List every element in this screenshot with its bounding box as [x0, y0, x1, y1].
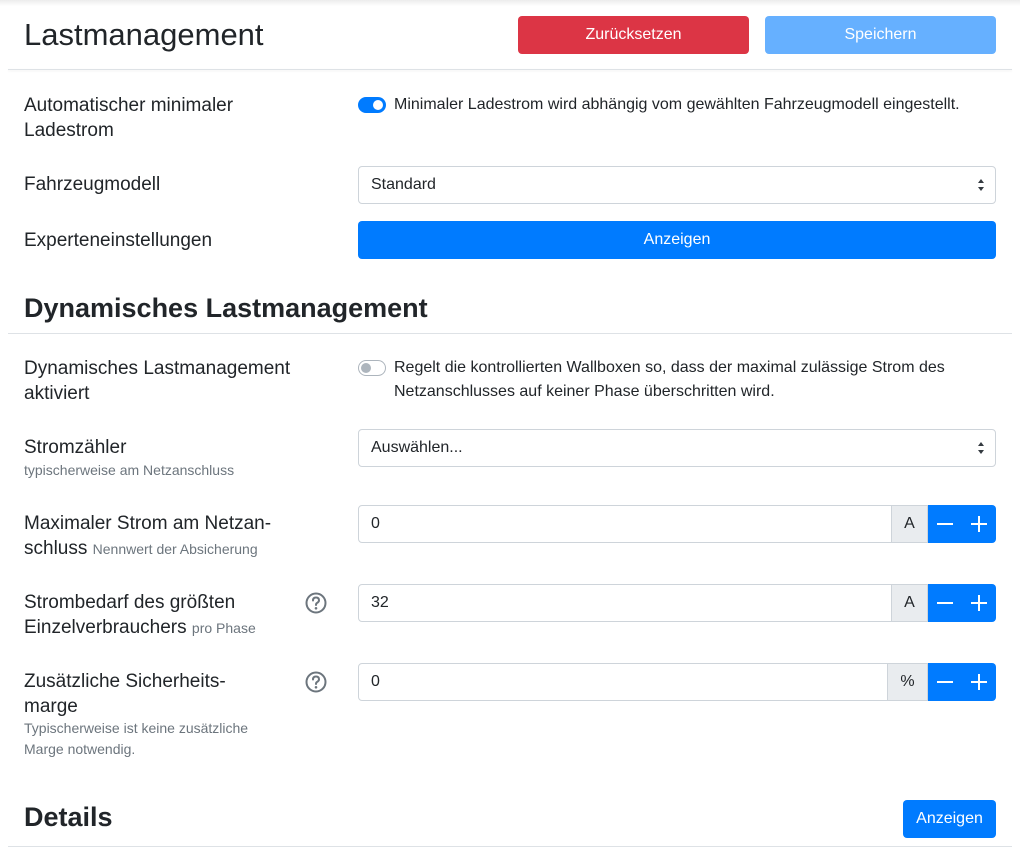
details-divider [8, 846, 1012, 847]
plus-icon [971, 595, 987, 611]
safety-margin-decrement-button[interactable] [928, 663, 962, 701]
safety-margin-label-line2: marge [24, 696, 78, 717]
max-current-label-line2: schluss [24, 538, 88, 559]
dynamic-enable-label-line1: Dynamisches Lastmanagement [24, 358, 291, 379]
auto-min-current-label: Automatischer minimaler Ladestrom [24, 93, 233, 143]
section-divider [8, 333, 1012, 334]
details-section-title: Details [24, 802, 113, 832]
dynamic-enable-switch[interactable] [358, 360, 386, 376]
safety-margin-input[interactable]: 0 [358, 663, 888, 701]
largest-consumer-hint: pro Phase [191, 620, 256, 636]
dynamic-enable-label-line2: aktiviert [24, 383, 90, 404]
max-current-increment-button[interactable] [962, 505, 996, 543]
reset-button[interactable]: Zurücksetzen [518, 16, 749, 54]
safety-margin-sublabel-line2: Marge notwendig. [24, 741, 136, 757]
largest-consumer-input[interactable]: 32 [358, 584, 892, 622]
max-current-input[interactable]: 0 [358, 505, 892, 543]
dynamic-enable-description-line2: Netzanschlusses auf keiner Phase übersch… [394, 383, 775, 400]
save-button[interactable]: Speichern [765, 16, 996, 54]
max-current-hint: Nennwert der Absicherung [92, 541, 258, 557]
safety-margin-sublabel: Typischerweise ist keine zusätzliche Mar… [24, 718, 248, 760]
dynamic-section-title: Dynamisches Lastmanagement [24, 293, 428, 323]
largest-consumer-label-line2: Einzelverbrauchers [24, 617, 187, 638]
select-arrows-icon [978, 442, 984, 454]
safety-margin-sublabel-line1: Typischerweise ist keine zusätzliche [24, 720, 249, 736]
largest-consumer-label-line1: Strombedarf des größten [24, 592, 236, 613]
auto-min-current-description: Minimaler Ladestrom wird abhängig vom ge… [394, 96, 960, 113]
dynamic-enable-description: Regelt die kontrollierten Wallboxen so, … [394, 356, 945, 404]
plus-icon [971, 674, 987, 690]
safety-margin-unit: % [888, 663, 928, 701]
max-current-label-line1: Maximaler Strom am Netzan- [24, 513, 272, 534]
expert-settings-label: Experteneinstellungen [24, 230, 213, 251]
help-circle-icon[interactable] [305, 671, 327, 693]
minus-icon [937, 602, 953, 604]
page-header: Lastmanagement Zurücksetzen Speichern [0, 0, 1020, 70]
auto-min-current-switch[interactable] [358, 97, 386, 113]
help-circle-icon[interactable] [305, 592, 327, 614]
switch-knob [361, 363, 371, 373]
auto-min-current-label-line1: Automatischer minimaler [24, 95, 234, 116]
plus-icon [971, 516, 987, 532]
largest-consumer-decrement-button[interactable] [928, 584, 962, 622]
vehicle-model-selected: Standard [371, 176, 436, 193]
vehicle-model-label: Fahrzeugmodell [24, 174, 161, 195]
dynamic-enable-description-line1: Regelt die kontrollierten Wallboxen so, … [394, 359, 945, 376]
largest-consumer-increment-button[interactable] [962, 584, 996, 622]
safety-margin-input-group: 0 % [358, 663, 996, 701]
max-current-input-group: 0 A [358, 505, 996, 543]
select-arrows-icon [978, 179, 984, 191]
expert-settings-show-button[interactable]: Anzeigen [358, 221, 996, 259]
max-current-decrement-button[interactable] [928, 505, 962, 543]
auto-min-current-label-line2: Ladestrom [24, 120, 114, 141]
safety-margin-label-line1: Zusätzliche Sicherheits- [24, 671, 226, 692]
minus-icon [937, 523, 953, 525]
largest-consumer-unit: A [892, 584, 928, 622]
header-divider [8, 69, 1012, 70]
minus-icon [937, 681, 953, 683]
meter-label: Stromzähler [24, 437, 127, 458]
largest-consumer-input-group: 32 A [358, 584, 996, 622]
max-current-label: Maximaler Strom am Netzan- schluss Nennw… [24, 511, 271, 562]
page-title: Lastmanagement [24, 17, 264, 52]
meter-selected: Auswählen... [371, 439, 463, 456]
switch-knob [373, 100, 383, 110]
meter-sublabel: typischerweise am Netzanschluss [24, 462, 235, 478]
vehicle-model-select[interactable]: Standard [358, 166, 996, 204]
largest-consumer-label: Strombedarf des größten Einzelverbrauche… [24, 590, 256, 641]
max-current-unit: A [892, 505, 928, 543]
safety-margin-label: Zusätzliche Sicherheits- marge [24, 669, 226, 719]
dynamic-enable-label: Dynamisches Lastmanagement aktiviert [24, 356, 290, 406]
safety-margin-increment-button[interactable] [962, 663, 996, 701]
details-show-button[interactable]: Anzeigen [903, 800, 996, 838]
meter-select[interactable]: Auswählen... [358, 429, 996, 467]
